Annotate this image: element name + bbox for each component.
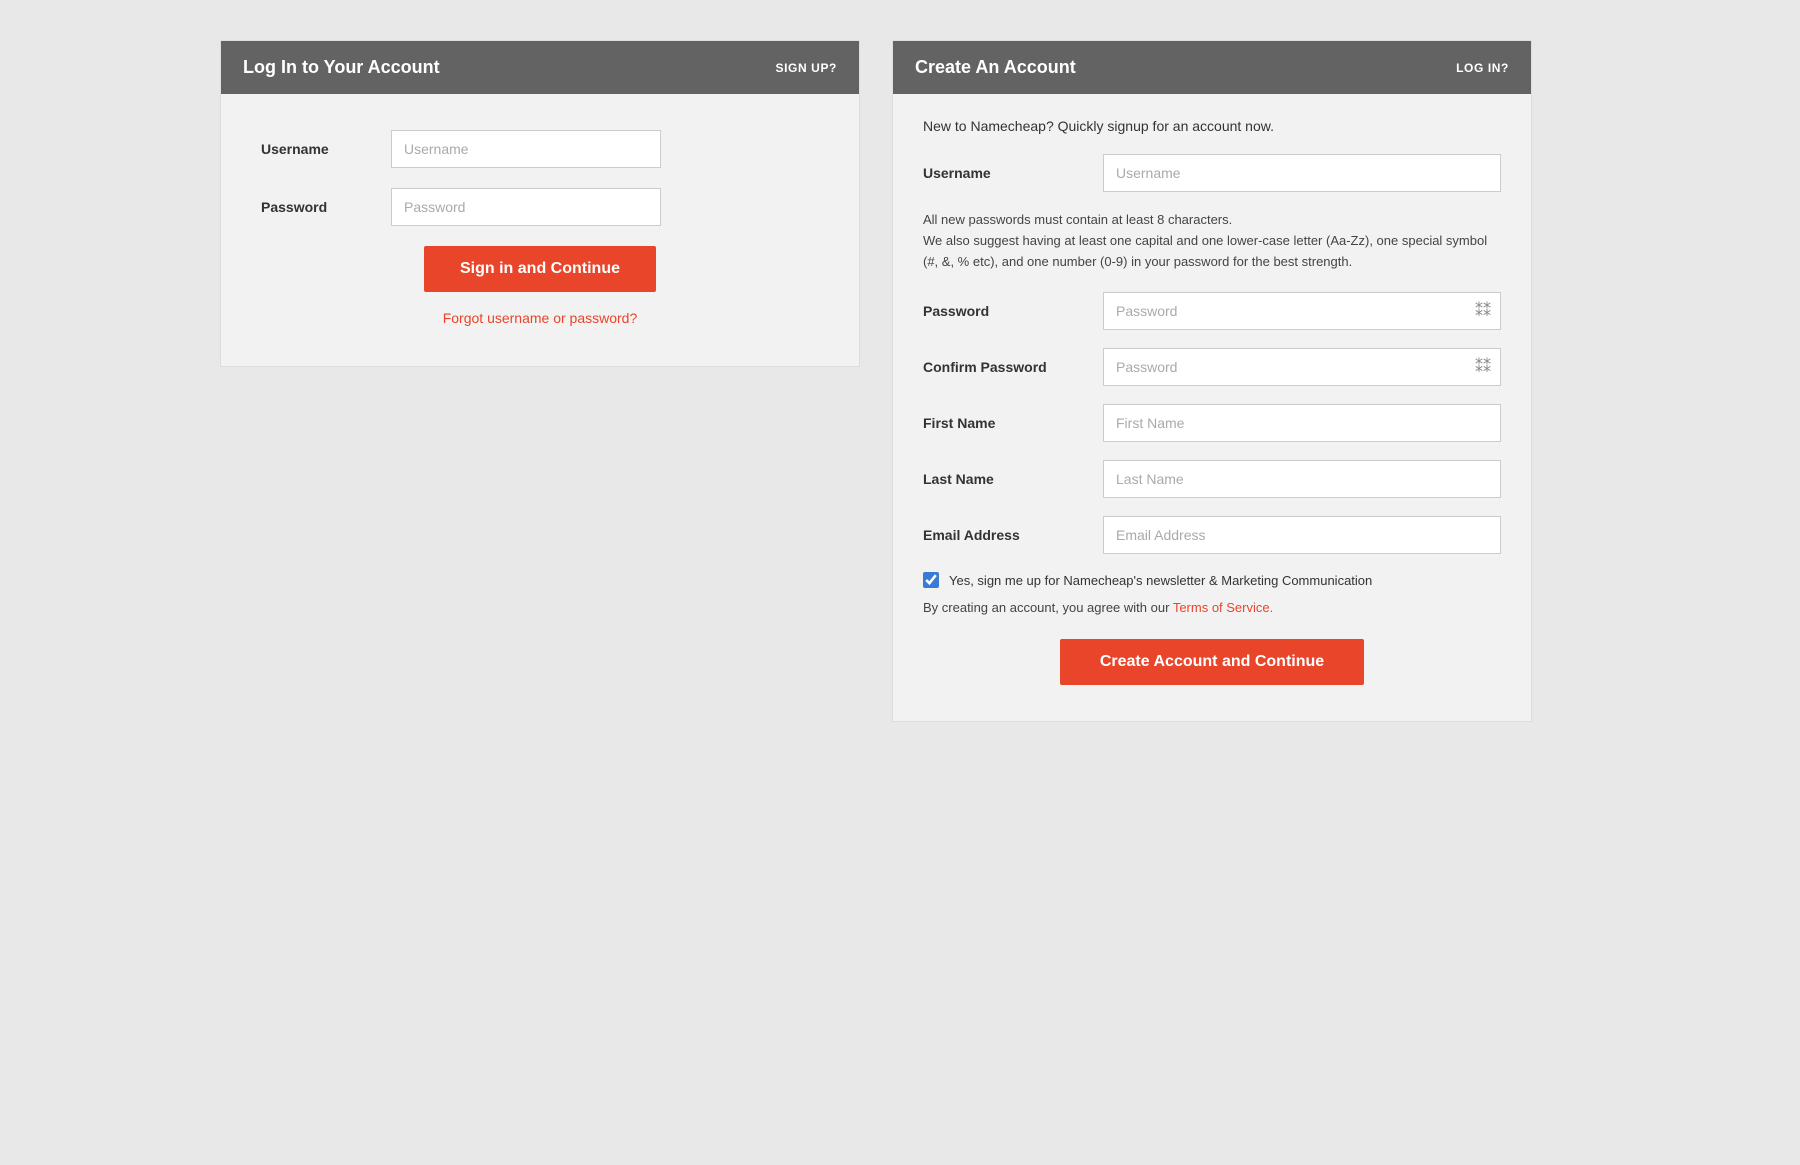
password-label: Password — [261, 199, 391, 215]
reg-username-input[interactable] — [1103, 154, 1501, 192]
reg-username-wrapper — [1103, 154, 1501, 192]
reg-confirm-password-wrapper: ⁑⁑ — [1103, 348, 1501, 386]
newsletter-label[interactable]: Yes, sign me up for Namecheap's newslett… — [949, 573, 1372, 588]
reg-username-label: Username — [923, 165, 1103, 181]
create-btn-row: Create Account and Continue — [923, 639, 1501, 685]
reg-lastname-wrapper — [1103, 460, 1501, 498]
login-header-title: Log In to Your Account — [243, 57, 440, 78]
confirm-password-toggle-icon[interactable]: ⁑⁑ — [1475, 357, 1491, 377]
register-header-title: Create An Account — [915, 57, 1076, 78]
tos-text: By creating an account, you agree with o… — [923, 600, 1501, 615]
reg-password-input[interactable] — [1103, 292, 1501, 330]
register-panel: Create An Account LOG IN? New to Nameche… — [892, 40, 1532, 722]
reg-firstname-wrapper — [1103, 404, 1501, 442]
sign-in-button[interactable]: Sign in and Continue — [424, 246, 656, 292]
forgot-link[interactable]: Forgot username or password? — [443, 310, 638, 326]
reg-firstname-label: First Name — [923, 415, 1103, 431]
reg-firstname-row: First Name — [923, 404, 1501, 442]
reg-confirm-password-row: Confirm Password ⁑⁑ — [923, 348, 1501, 386]
page-container: Log In to Your Account SIGN UP? Username… — [220, 40, 1580, 722]
reg-firstname-input[interactable] — [1103, 404, 1501, 442]
newsletter-row: Yes, sign me up for Namecheap's newslett… — [923, 572, 1501, 588]
login-body: Username Password Sign in and Continue F… — [221, 94, 859, 366]
create-account-button[interactable]: Create Account and Continue — [1060, 639, 1364, 685]
reg-password-wrapper: ⁑⁑ — [1103, 292, 1501, 330]
register-intro: New to Namecheap? Quickly signup for an … — [923, 118, 1501, 134]
reg-password-row: Password ⁑⁑ — [923, 292, 1501, 330]
reg-lastname-row: Last Name — [923, 460, 1501, 498]
newsletter-checkbox[interactable] — [923, 572, 939, 588]
register-login-link[interactable]: LOG IN? — [1456, 61, 1509, 75]
password-toggle-icon[interactable]: ⁑⁑ — [1475, 301, 1491, 321]
username-label: Username — [261, 141, 391, 157]
reg-email-input[interactable] — [1103, 516, 1501, 554]
reg-lastname-input[interactable] — [1103, 460, 1501, 498]
username-input[interactable] — [391, 130, 661, 168]
reg-password-label: Password — [923, 303, 1103, 319]
register-header: Create An Account LOG IN? — [893, 41, 1531, 94]
login-header: Log In to Your Account SIGN UP? — [221, 41, 859, 94]
reg-username-row: Username — [923, 154, 1501, 192]
login-panel: Log In to Your Account SIGN UP? Username… — [220, 40, 860, 367]
password-hint: All new passwords must contain at least … — [923, 210, 1501, 272]
username-row: Username — [261, 130, 819, 168]
reg-email-row: Email Address — [923, 516, 1501, 554]
reg-lastname-label: Last Name — [923, 471, 1103, 487]
login-signup-link[interactable]: SIGN UP? — [776, 61, 837, 75]
tos-link[interactable]: Terms of Service. — [1173, 600, 1273, 615]
reg-email-wrapper — [1103, 516, 1501, 554]
password-row: Password — [261, 188, 819, 226]
login-actions: Sign in and Continue Forgot username or … — [261, 246, 819, 326]
reg-confirm-password-label: Confirm Password — [923, 359, 1103, 375]
reg-confirm-password-input[interactable] — [1103, 348, 1501, 386]
register-body: New to Namecheap? Quickly signup for an … — [893, 94, 1531, 721]
password-input[interactable] — [391, 188, 661, 226]
reg-email-label: Email Address — [923, 527, 1103, 543]
